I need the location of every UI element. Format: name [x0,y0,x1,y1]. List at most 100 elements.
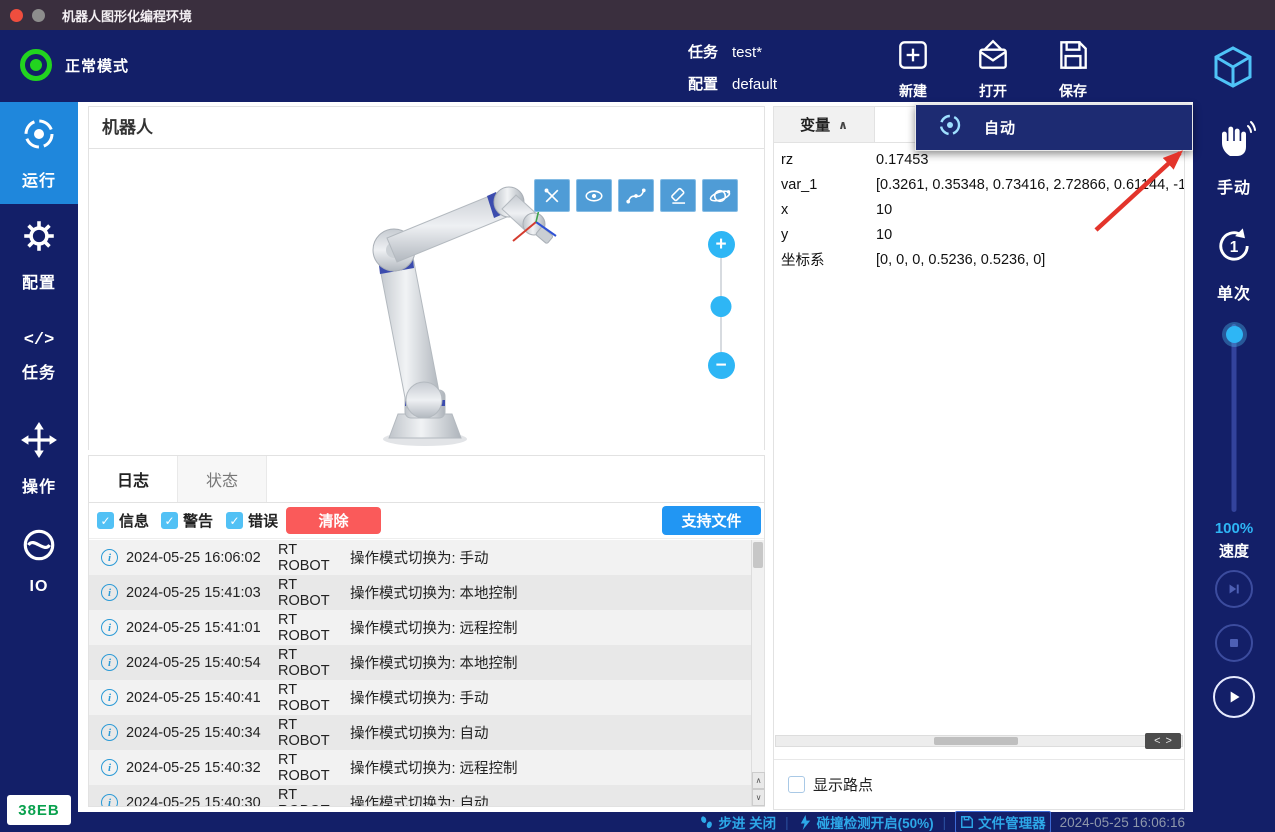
zoom-out-button[interactable]: − [708,352,735,379]
collision-icon [798,815,813,830]
log-message: 操作模式切换为: 远程控制 [350,757,518,778]
variable-value: 0.17453 [876,152,928,168]
run-icon [20,115,58,158]
play-button[interactable] [1213,676,1255,718]
speed-value: 100% [1193,520,1275,537]
zoom-track[interactable] [720,258,722,352]
log-row[interactable]: i2024-05-25 15:40:30RT ROBOT操作模式切换为: 自动 [89,785,751,806]
variables-hscroll-thumb[interactable] [934,737,1018,745]
sidebar-item-label: IO [30,578,49,596]
orbit-button[interactable] [702,179,738,212]
minimize-button[interactable] [32,9,45,22]
scroll-up-button[interactable]: ∧ [752,772,765,789]
tools-button[interactable] [534,179,570,212]
log-message: 操作模式切换为: 自动 [350,722,489,743]
log-source: RT ROBOT [278,682,348,714]
step-forward-button[interactable] [1215,570,1253,608]
variables-tab[interactable]: 变量 ∧ [774,107,875,142]
error-checkbox[interactable]: ✓ [226,512,243,529]
eraser-button[interactable] [660,179,696,212]
manual-mode-label: 手动 [1217,174,1251,198]
app-logo[interactable] [1208,42,1258,92]
hscroll-nav-buttons[interactable]: <> [1145,733,1181,749]
info-icon: i [101,689,118,706]
file-manager-icon [960,815,974,829]
tab-log[interactable]: 日志 [89,456,178,502]
show-waypoints-label: 显示路点 [813,774,873,795]
collision-detection-status[interactable]: 碰撞检测开启(50%) [798,812,934,832]
open-task-button[interactable]: 打开 [965,37,1021,101]
path-button[interactable] [618,179,654,212]
log-tabs: 日志 状态 [89,456,764,503]
log-row[interactable]: i2024-05-25 15:41:03RT ROBOT操作模式切换为: 本地控… [89,575,751,610]
log-row[interactable]: i2024-05-25 15:40:54RT ROBOT操作模式切换为: 本地控… [89,645,751,680]
zoom-thumb[interactable] [711,296,732,317]
new-task-button[interactable]: 新建 [885,37,941,101]
new-file-icon [895,37,931,78]
info-checkbox[interactable]: ✓ [97,512,114,529]
variable-name: y [781,227,876,243]
save-task-button[interactable]: 保存 [1045,37,1101,101]
filter-warning[interactable]: ✓ 警告 [161,510,213,531]
show-waypoints-checkbox[interactable] [788,776,805,793]
tab-status[interactable]: 状态 [178,456,267,502]
file-manager-label: 文件管理器 [978,812,1046,832]
log-scrollbar-thumb[interactable] [753,542,763,568]
titlebar: 机器人图形化编程环境 [0,0,1275,30]
task-value: test* [732,44,762,61]
scroll-down-button[interactable]: ∨ [752,789,765,806]
sidebar-item-config[interactable]: 配置 [0,204,78,306]
variables-hscrollbar[interactable]: <> [775,735,1183,747]
gear-icon [20,217,58,260]
speed-slider[interactable] [1232,324,1237,512]
collision-label: 碰撞检测开启(50%) [817,812,934,832]
sidebar-item-operate[interactable]: 操作 [0,408,78,510]
log-row[interactable]: i2024-05-25 15:40:34RT ROBOT操作模式切换为: 自动 [89,715,751,750]
mode-option-auto[interactable]: 自动 [916,105,1192,150]
log-time: 2024-05-25 15:41:01 [126,620,278,636]
sidebar-item-io[interactable]: IO [0,510,78,612]
variable-value: [0.3261, 0.35348, 0.73416, 2.72866, 0.61… [876,177,1184,193]
warning-checkbox[interactable]: ✓ [161,512,178,529]
variable-row[interactable]: y10 [774,222,1184,247]
log-time: 2024-05-25 15:41:03 [126,585,278,601]
config-value: default [732,76,777,93]
filter-info[interactable]: ✓ 信息 [97,510,149,531]
sidebar-item-run[interactable]: 运行 [0,102,78,204]
log-time: 2024-05-25 15:40:30 [126,795,278,807]
variable-value: 10 [876,202,892,218]
eye-button[interactable] [576,179,612,212]
sidebar-item-task[interactable]: </> 任务 [0,306,78,408]
log-row[interactable]: i2024-05-25 15:41:01RT ROBOT操作模式切换为: 远程控… [89,610,751,645]
separator: | [943,815,947,830]
clear-button[interactable]: 清除 [286,507,381,534]
stop-button[interactable] [1215,624,1253,662]
log-row[interactable]: i2024-05-25 15:40:32RT ROBOT操作模式切换为: 远程控… [89,750,751,785]
variable-row[interactable]: x10 [774,197,1184,222]
variable-row[interactable]: var_1[0.3261, 0.35348, 0.73416, 2.72866,… [774,172,1184,197]
robot-3d-view[interactable]: + − [89,150,764,450]
filter-error[interactable]: ✓ 错误 [226,510,278,531]
log-time: 2024-05-25 15:40:34 [126,725,278,741]
left-sidebar: 运行 配置 </> 任务 操作 IO 38EB [0,102,78,832]
close-button[interactable] [10,9,23,22]
manual-mode-button[interactable]: 手动 [1193,118,1275,198]
zoom-in-button[interactable]: + [708,231,735,258]
support-files-button[interactable]: 支持文件 [662,506,761,535]
single-run-button[interactable]: 1 单次 [1193,224,1275,304]
log-message: 操作模式切换为: 手动 [350,547,489,568]
log-row[interactable]: i2024-05-25 15:40:41RT ROBOT操作模式切换为: 手动 [89,680,751,715]
scroll-right-icon[interactable]: > [1166,735,1172,747]
log-scrollbar[interactable]: ∧ ∨ [751,540,764,806]
robot-panel: 机器人 [88,106,765,450]
step-mode-toggle[interactable]: 步进 关闭 [699,812,776,832]
sidebar-item-label: 运行 [22,167,56,191]
log-row[interactable]: i2024-05-25 16:06:02RT ROBOT操作模式切换为: 手动 [89,540,751,575]
variable-row[interactable]: 坐标系[0, 0, 0, 0.5236, 0.5236, 0] [774,247,1184,272]
scroll-left-icon[interactable]: < [1154,735,1160,747]
speed-slider-thumb[interactable] [1226,326,1243,343]
status-time: 2024-05-25 16:06:16 [1060,815,1185,830]
header-bar: 正常模式 任务test* 配置default 新建 打开 [0,30,1275,102]
file-manager-button[interactable]: 文件管理器 [955,811,1051,832]
variable-value: 10 [876,227,892,243]
